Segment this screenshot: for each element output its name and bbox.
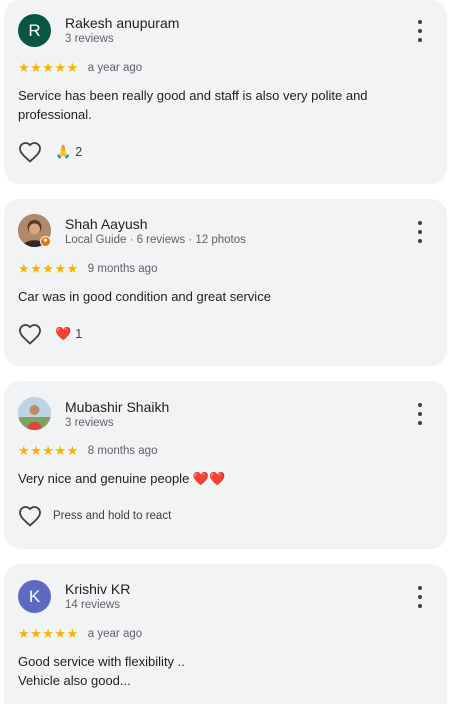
more-options-icon[interactable] [415, 20, 425, 42]
avatar[interactable]: R [18, 14, 51, 47]
profile-photo [18, 397, 51, 430]
review-text-line: Good service with flexibility .. [18, 654, 185, 669]
review-text-line: Vehicle also good... [18, 672, 131, 688]
reaction-count-value: 1 [75, 327, 83, 341]
more-options-icon[interactable] [415, 586, 425, 608]
avatar-initial: K [28, 586, 41, 606]
red-heart-emoji-icon: ❤️ [55, 326, 72, 341]
rating-row: ★★★★★ 8 months ago [18, 443, 157, 459]
reaction-count[interactable]: 🙏 2 [55, 144, 82, 160]
reviewer-meta: Local Guide · 6 reviews · 12 photos [65, 234, 246, 246]
review-text: Good service with flexibility .. Vehicle… [18, 653, 428, 690]
reviewer-meta: 3 reviews [65, 417, 114, 429]
review-date: 9 months ago [87, 263, 158, 275]
star-rating: ★★★★★ [18, 60, 79, 75]
avatar[interactable] [18, 397, 51, 430]
reaction-count-value: 2 [75, 145, 83, 159]
reviewer-name[interactable]: Krishiv KR [65, 581, 130, 597]
pray-emoji-icon: 🙏 [55, 144, 72, 159]
reviewer-name[interactable]: Rakesh anupuram [65, 15, 179, 31]
review-date: 8 months ago [87, 445, 158, 457]
reviewer-name[interactable]: Shah Aayush [65, 216, 148, 232]
reaction-row: ❤️ 1 [17, 322, 82, 346]
review-text: Very nice and genuine people ❤️❤️ [18, 471, 226, 486]
reaction-row: 🙏 2 [17, 140, 82, 164]
rating-row: ★★★★★ a year ago [18, 60, 142, 76]
heart-react-icon[interactable] [17, 140, 43, 164]
star-rating: ★★★★★ [18, 626, 79, 641]
review-text: Car was in good condition and great serv… [18, 289, 271, 304]
react-hint-text: Press and hold to react [53, 510, 172, 522]
reaction-row: Press and hold to react [17, 504, 171, 528]
reviewer-meta: 3 reviews [65, 33, 114, 45]
star-rating: ★★★★★ [18, 443, 79, 458]
heart-react-icon[interactable] [17, 322, 43, 346]
avatar[interactable]: K [18, 580, 51, 613]
review-date: a year ago [87, 62, 143, 74]
review-date: a year ago [87, 628, 143, 640]
review-text: Service has been really good and staff i… [18, 88, 368, 122]
reviewer-name[interactable]: Mubashir Shaikh [65, 399, 169, 415]
review-card: Mubashir Shaikh 3 reviews ★★★★★ 8 months… [4, 381, 447, 549]
reviewer-meta: 14 reviews [65, 599, 120, 611]
heart-react-icon[interactable] [17, 504, 43, 528]
review-card: ✦ Shah Aayush Local Guide · 6 reviews · … [4, 199, 447, 366]
rating-row: ★★★★★ a year ago [18, 626, 142, 642]
more-options-icon[interactable] [415, 403, 425, 425]
star-rating: ★★★★★ [18, 261, 79, 276]
avatar-initial: R [28, 20, 41, 40]
rating-row: ★★★★★ 9 months ago [18, 261, 157, 277]
local-guide-badge-icon: ✦ [40, 236, 51, 247]
reaction-count[interactable]: ❤️ 1 [55, 326, 82, 342]
more-options-icon[interactable] [415, 221, 425, 243]
review-card: R Rakesh anupuram 3 reviews ★★★★★ a year… [4, 0, 447, 184]
review-card: K Krishiv KR 14 reviews ★★★★★ a year ago… [4, 564, 447, 704]
